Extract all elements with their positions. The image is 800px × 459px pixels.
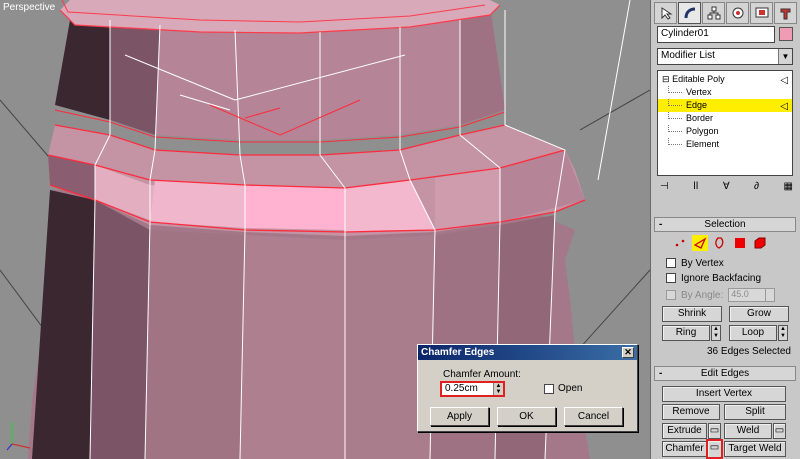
- angle-value: 45.0: [731, 289, 749, 299]
- stack-item-polygon[interactable]: Polygon: [658, 125, 792, 138]
- make-unique-icon[interactable]: ∀: [723, 181, 730, 195]
- close-icon[interactable]: ✕: [622, 347, 634, 358]
- chamfer-button[interactable]: Chamfer: [662, 441, 707, 457]
- modifier-list-label: Modifier List: [661, 50, 715, 61]
- dialog-title: Chamfer Edges: [421, 347, 495, 358]
- settings-icon: ▭: [709, 425, 720, 436]
- selection-status: 36 Edges Selected: [707, 346, 791, 357]
- object-color-swatch[interactable]: [779, 27, 793, 41]
- hammer-icon: [780, 8, 790, 20]
- stack-item-editable-poly[interactable]: ⊟ Editable Poly ◁: [658, 73, 792, 86]
- chamfer-settings-button[interactable]: ▭: [706, 439, 723, 459]
- collapse-icon[interactable]: ⊟: [662, 74, 670, 84]
- stack-item-edge[interactable]: Edge ◁: [658, 99, 792, 112]
- extrude-button[interactable]: Extrude: [662, 423, 707, 439]
- element-mode-icon[interactable]: [752, 235, 768, 251]
- rollout-title: Selection: [704, 219, 746, 230]
- ignore-backfacing-checkbox[interactable]: Ignore Backfacing: [666, 271, 761, 285]
- extrude-settings-button[interactable]: ▭: [708, 423, 721, 439]
- weld-button[interactable]: Weld: [724, 423, 772, 439]
- hierarchy-icon: [707, 6, 720, 20]
- spinner-arrows-icon[interactable]: ▲ ▼: [493, 383, 503, 395]
- modifier-stack[interactable]: ⊟ Editable Poly ◁ Vertex Edge ◁ Border Po…: [657, 70, 793, 176]
- vertex-mode-icon[interactable]: [672, 235, 688, 251]
- stack-item-label: Polygon: [686, 126, 719, 136]
- hierarchy-tab[interactable]: [702, 2, 725, 24]
- rollout-title: Edit Edges: [700, 368, 750, 379]
- display-tab[interactable]: [750, 2, 773, 24]
- chamfer-amount-spinner[interactable]: 0.25cm ▲ ▼: [440, 381, 505, 397]
- subobject-icons: [672, 235, 772, 251]
- stack-item-vertex[interactable]: Vertex: [658, 86, 792, 99]
- edit-edges-rollout-header[interactable]: - Edit Edges: [654, 366, 796, 381]
- polygon-mode-icon[interactable]: [732, 235, 748, 251]
- ring-spinner[interactable]: ▲ ▼: [711, 325, 721, 341]
- loop-spinner[interactable]: ▲ ▼: [778, 325, 788, 341]
- object-name-field[interactable]: Cylinder01: [657, 26, 775, 43]
- command-panel-tabs: [654, 2, 798, 24]
- cancel-button[interactable]: Cancel: [564, 407, 623, 426]
- chamfer-edges-dialog: Chamfer Edges ✕ Chamfer Amount: 0.25cm ▲…: [417, 344, 638, 432]
- settings-icon: ▭: [709, 442, 720, 453]
- ok-button[interactable]: OK: [497, 407, 556, 426]
- bend-icon: [684, 7, 695, 19]
- chevron-down-icon: ▼: [778, 49, 792, 64]
- stack-item-label: Edge: [686, 100, 708, 110]
- stack-item-label: Vertex: [686, 87, 712, 97]
- angle-spinner[interactable]: 45.0: [728, 288, 776, 302]
- display-icon: [755, 7, 768, 18]
- dialog-titlebar[interactable]: Chamfer Edges ✕: [418, 345, 637, 360]
- configure-modifier-sets-icon[interactable]: ▦: [784, 181, 793, 195]
- open-checkbox[interactable]: Open: [544, 383, 582, 394]
- stack-item-label: Element: [686, 139, 720, 149]
- utilities-tab[interactable]: [774, 2, 797, 24]
- motion-icon: [732, 7, 743, 19]
- pin-stack-icon[interactable]: ⊣: [660, 181, 669, 195]
- checkbox-label: By Vertex: [681, 257, 724, 269]
- split-button[interactable]: Split: [724, 404, 786, 420]
- weld-settings-button[interactable]: ▭: [773, 423, 786, 439]
- settings-icon: ▭: [774, 425, 785, 436]
- selection-rollout-header[interactable]: - Selection: [654, 217, 796, 232]
- remove-button[interactable]: Remove: [662, 404, 720, 420]
- remove-modifier-icon[interactable]: ∂: [754, 181, 759, 195]
- stack-item-label: Border: [686, 113, 714, 123]
- edit-edges-rollout: - Edit Edges: [654, 366, 796, 381]
- ring-button[interactable]: Ring: [662, 325, 710, 341]
- loop-button[interactable]: Loop: [729, 325, 777, 341]
- stack-root-label: Editable Poly: [672, 74, 725, 84]
- modify-tab[interactable]: [678, 2, 701, 24]
- stack-item-element[interactable]: Element: [658, 138, 792, 151]
- motion-tab[interactable]: [726, 2, 749, 24]
- open-checkbox-label: Open: [558, 383, 583, 394]
- viewport-label[interactable]: Perspective: [3, 2, 55, 13]
- pointer-icon: [661, 7, 673, 20]
- apply-button[interactable]: Apply: [430, 407, 489, 426]
- checkbox-label: Ignore Backfacing: [681, 272, 762, 284]
- border-mode-icon[interactable]: [712, 235, 728, 251]
- create-tab[interactable]: [654, 2, 677, 24]
- stack-item-border[interactable]: Border: [658, 112, 792, 125]
- show-end-result-icon[interactable]: ǀǀ: [693, 181, 698, 195]
- axis-gizmo-icon: [6, 422, 31, 451]
- grow-button[interactable]: Grow: [729, 306, 789, 322]
- shrink-button[interactable]: Shrink: [662, 306, 722, 322]
- by-angle-checkbox[interactable]: By Angle: 45.0: [666, 288, 776, 302]
- checkbox-label: By Angle:: [681, 289, 724, 301]
- stack-toolbar: ⊣ ǀǀ ∀ ∂ ▦: [660, 181, 793, 195]
- selection-rollout: - Selection: [654, 217, 796, 232]
- chamfer-amount-value: 0.25cm: [445, 383, 478, 394]
- insert-vertex-button[interactable]: Insert Vertex: [662, 386, 786, 402]
- edge-mode-icon[interactable]: [692, 235, 708, 251]
- modifier-list-dropdown[interactable]: Modifier List ▼: [657, 48, 793, 65]
- by-vertex-checkbox[interactable]: By Vertex: [666, 256, 724, 270]
- chamfer-amount-label: Chamfer Amount:: [443, 369, 521, 380]
- target-weld-button[interactable]: Target Weld: [724, 441, 786, 457]
